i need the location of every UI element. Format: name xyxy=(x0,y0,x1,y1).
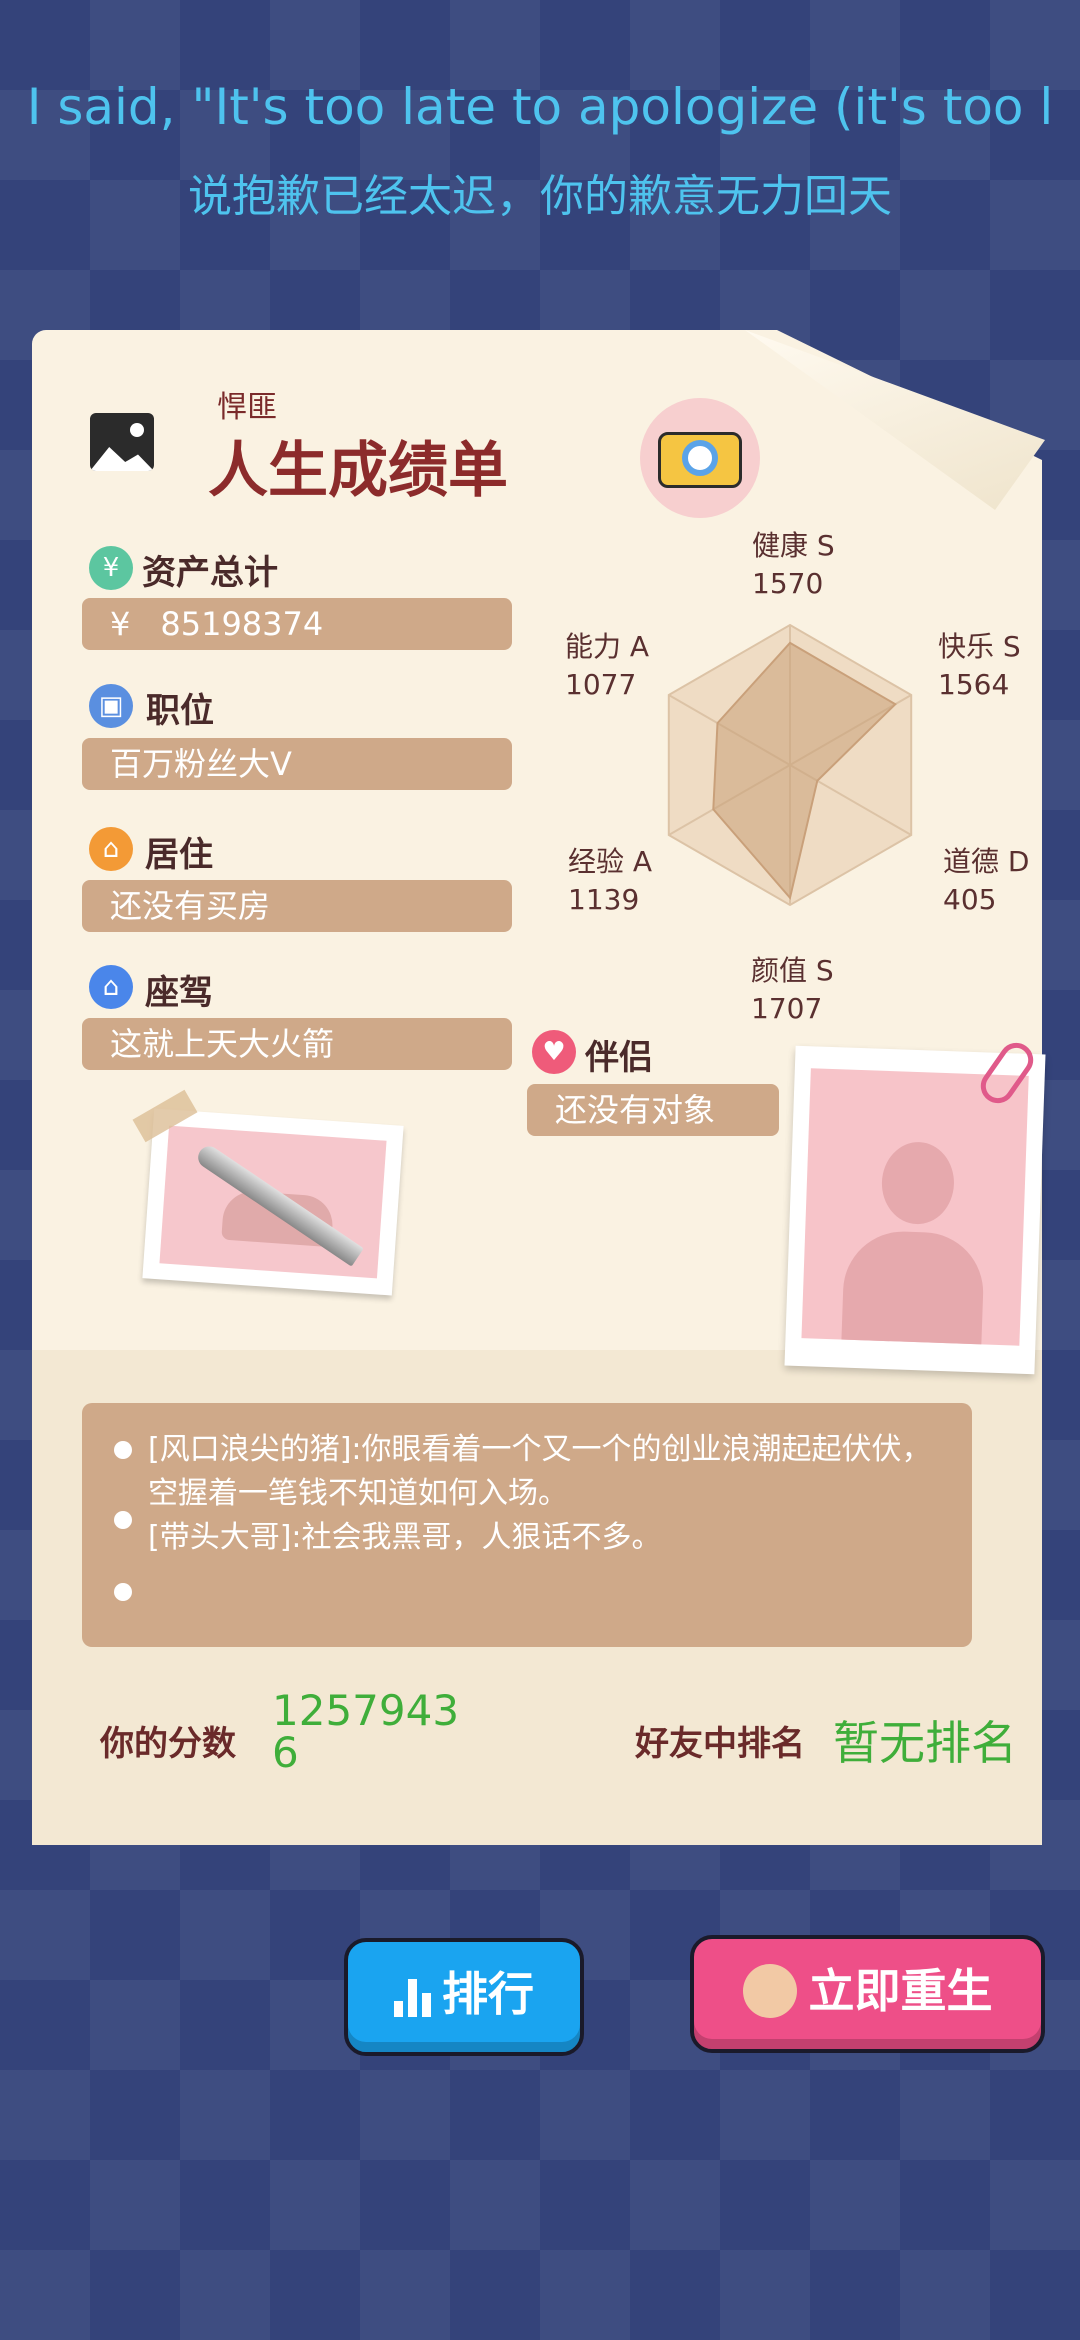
rank-button[interactable]: 排行 xyxy=(344,1938,584,2056)
currency-symbol: ¥ xyxy=(110,605,131,643)
radar-label-looks: 颜值 S 1707 xyxy=(751,952,834,1028)
bar-chart-icon xyxy=(394,1978,434,2017)
rocket-image xyxy=(193,1142,364,1267)
notes-text: [风口浪尖的猪]:你眼看着一个又一个的创业浪潮起起伏伏，空握着一笔钱不知道如何入… xyxy=(148,1428,948,1560)
partner-label: 伴侣 xyxy=(585,1038,653,1078)
rank-button-label: 排行 xyxy=(442,1967,534,2021)
briefcase-icon: ▣ xyxy=(89,684,133,728)
assets-value: 85198374 xyxy=(160,605,324,643)
score-label: 你的分数 xyxy=(100,1724,236,1764)
bullet-3 xyxy=(114,1583,132,1601)
house-icon: ⌂ xyxy=(89,965,133,1009)
lyric-chinese: 说抱歉已经太迟，你的歉意无力回天 xyxy=(188,171,892,222)
radar-looks-value: 1707 xyxy=(751,992,823,1025)
job-value: 百万粉丝大V xyxy=(82,738,512,790)
player-subtitle: 悍匪 xyxy=(217,390,277,425)
radar-label-moral: 道德 D 405 xyxy=(943,843,1029,919)
radar-happy-value: 1564 xyxy=(938,668,1010,701)
assets-label: 资产总计 xyxy=(142,553,278,593)
radar-label-happy: 快乐 S 1564 xyxy=(938,628,1021,704)
radar-exp-value: 1139 xyxy=(568,883,640,916)
radar-ability-value: 1077 xyxy=(565,668,637,701)
radar-health-value: 1570 xyxy=(752,567,824,600)
radar-health-name: 健康 S xyxy=(752,529,835,562)
house-icon: ⌂ xyxy=(89,827,133,871)
assets-value-box: ¥85198374 xyxy=(82,598,512,650)
radar-exp-name: 经验 A xyxy=(568,845,653,878)
notes-content: [风口浪尖的猪]:你眼看着一个又一个的创业浪潮起起伏伏，空握着一笔钱不知道如何入… xyxy=(148,1432,932,1555)
bullet-2 xyxy=(114,1511,132,1529)
radar-label-health: 健康 S 1570 xyxy=(752,527,835,603)
home-label: 居住 xyxy=(145,835,213,875)
avatar-head xyxy=(880,1140,956,1226)
radar-ability-name: 能力 A xyxy=(565,630,650,663)
radar-moral-name: 道德 D xyxy=(943,845,1030,878)
yen-icon: ¥ xyxy=(89,546,133,590)
rank-label: 好友中排名 xyxy=(635,1724,805,1764)
score-value: 12579436 xyxy=(272,1686,460,1777)
radar-happy-name: 快乐 S xyxy=(938,630,1021,663)
achievement-notes: [风口浪尖的猪]:你眼看着一个又一个的创业浪潮起起伏伏，空握着一笔钱不知道如何入… xyxy=(82,1403,972,1647)
image-icon[interactable] xyxy=(90,413,154,471)
heart-icon: ♥ xyxy=(532,1030,576,1074)
rank-value: 暂无排名 xyxy=(833,1716,1017,1770)
partner-value: 还没有对象 xyxy=(527,1084,779,1136)
radar-moral-value: 405 xyxy=(943,883,997,916)
radar-chart xyxy=(667,623,913,907)
vehicle-photo xyxy=(142,1108,404,1296)
camera-icon[interactable] xyxy=(640,398,760,518)
radar-looks-name: 颜值 S xyxy=(751,954,834,987)
reborn-button-label: 立即重生 xyxy=(808,1964,993,2018)
lyric-english: I said, "It's too late to apologize (it'… xyxy=(26,78,1054,136)
radar-label-exp: 经验 A 1139 xyxy=(568,843,652,919)
person-icon xyxy=(742,1963,797,2018)
radar-label-ability: 能力 A 1077 xyxy=(565,628,649,704)
vehicle-value: 这就上天大火箭 xyxy=(82,1018,512,1070)
job-label: 职位 xyxy=(146,691,214,731)
home-value: 还没有买房 xyxy=(82,880,512,932)
reborn-button[interactable]: 立即重生 xyxy=(690,1935,1045,2053)
avatar-body xyxy=(840,1229,986,1346)
bullet-1 xyxy=(114,1441,132,1459)
vehicle-label: 座驾 xyxy=(145,973,213,1013)
page-title: 人生成绩单 xyxy=(208,436,508,506)
